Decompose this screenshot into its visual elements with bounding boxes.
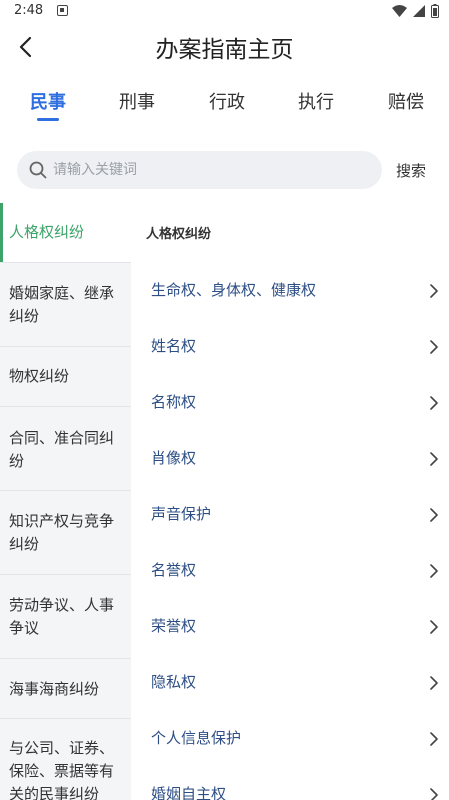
list-item[interactable]: 姓名权 bbox=[131, 319, 449, 375]
tab-criminal[interactable]: 刑事 bbox=[119, 88, 155, 114]
tab-compensation[interactable]: 赔偿 bbox=[388, 88, 424, 114]
item-label: 声音保护 bbox=[151, 505, 212, 523]
category-label: 物权纠纷 bbox=[9, 367, 70, 385]
category-item-property-rights[interactable]: 物权纠纷 bbox=[0, 347, 131, 407]
wifi-icon bbox=[392, 5, 407, 17]
list-item[interactable]: 名称权 bbox=[131, 375, 449, 431]
chevron-right-icon bbox=[430, 620, 438, 634]
category-label: 知识产权与竞争纠纷 bbox=[9, 512, 115, 553]
subcategory-panel: 人格权纠纷 生命权、身体权、健康权 姓名权 名称权 肖像权 声音保护 名誉权 荣… bbox=[131, 203, 449, 800]
list-item[interactable]: 肖像权 bbox=[131, 431, 449, 487]
status-time: 2:48 bbox=[14, 3, 44, 18]
search-button[interactable]: 搜索 bbox=[396, 160, 426, 181]
list-item[interactable]: 隐私权 bbox=[131, 655, 449, 711]
battery-icon bbox=[431, 4, 439, 18]
tab-enforcement[interactable]: 执行 bbox=[298, 88, 334, 114]
active-tab-indicator bbox=[37, 118, 59, 121]
list-item[interactable]: 声音保护 bbox=[131, 487, 449, 543]
app-header: 办案指南主页 bbox=[0, 24, 449, 72]
category-item-personality-rights[interactable]: 人格权纠纷 bbox=[0, 203, 131, 263]
tab-administrative[interactable]: 行政 bbox=[209, 88, 245, 114]
chevron-right-icon bbox=[430, 340, 438, 354]
list-item[interactable]: 生命权、身体权、健康权 bbox=[131, 263, 449, 319]
item-label: 隐私权 bbox=[151, 673, 197, 691]
chevron-right-icon bbox=[430, 788, 438, 800]
list-item[interactable]: 婚姻自主权 bbox=[131, 767, 449, 800]
category-label: 与公司、证券、保险、票据等有关的民事纠纷 bbox=[9, 739, 115, 800]
chevron-right-icon bbox=[430, 396, 438, 410]
notification-icon bbox=[57, 5, 68, 16]
category-item-intellectual-property[interactable]: 知识产权与竞争纠纷 bbox=[0, 491, 131, 575]
category-sidebar: 人格权纠纷 婚姻家庭、继承纠纷 物权纠纷 合同、准合同纠纷 知识产权与竞争纠纷 … bbox=[0, 203, 131, 800]
list-item[interactable]: 名誉权 bbox=[131, 543, 449, 599]
chevron-right-icon bbox=[430, 508, 438, 522]
item-label: 姓名权 bbox=[151, 337, 197, 355]
list-item[interactable]: 荣誉权 bbox=[131, 599, 449, 655]
case-type-tabs: 民事 刑事 行政 执行 赔偿 bbox=[0, 82, 449, 126]
item-label: 婚姻自主权 bbox=[151, 785, 227, 800]
chevron-right-icon bbox=[430, 564, 438, 578]
item-label: 名称权 bbox=[151, 393, 197, 411]
list-item[interactable]: 个人信息保护 bbox=[131, 711, 449, 767]
item-label: 荣誉权 bbox=[151, 617, 197, 635]
chevron-right-icon bbox=[430, 452, 438, 466]
category-label: 海事海商纠纷 bbox=[9, 680, 100, 698]
tab-civil[interactable]: 民事 bbox=[30, 88, 66, 114]
chevron-right-icon bbox=[430, 676, 438, 690]
item-label: 个人信息保护 bbox=[151, 729, 242, 747]
status-bar: 2:48 bbox=[0, 0, 449, 24]
section-title: 人格权纠纷 bbox=[146, 227, 212, 242]
search-icon bbox=[29, 161, 47, 179]
page-title: 办案指南主页 bbox=[155, 37, 294, 63]
chevron-right-icon bbox=[430, 284, 438, 298]
category-item-company-securities[interactable]: 与公司、证券、保险、票据等有关的民事纠纷 bbox=[0, 719, 131, 800]
category-label: 劳动争议、人事争议 bbox=[9, 596, 115, 637]
category-item-labor-disputes[interactable]: 劳动争议、人事争议 bbox=[0, 575, 131, 659]
category-label: 人格权纠纷 bbox=[9, 223, 85, 241]
system-icons bbox=[392, 4, 439, 18]
search-input[interactable] bbox=[53, 151, 373, 189]
category-item-contract[interactable]: 合同、准合同纠纷 bbox=[0, 407, 131, 491]
item-label: 肖像权 bbox=[151, 449, 197, 467]
category-item-marriage-family[interactable]: 婚姻家庭、继承纠纷 bbox=[0, 263, 131, 347]
signal-icon bbox=[413, 5, 425, 17]
chevron-right-icon bbox=[430, 732, 438, 746]
category-label: 婚姻家庭、继承纠纷 bbox=[9, 284, 115, 325]
category-item-maritime[interactable]: 海事海商纠纷 bbox=[0, 659, 131, 719]
item-label: 生命权、身体权、健康权 bbox=[151, 281, 317, 299]
category-label: 合同、准合同纠纷 bbox=[9, 429, 115, 470]
item-label: 名誉权 bbox=[151, 561, 197, 579]
search-bar[interactable] bbox=[17, 151, 382, 189]
